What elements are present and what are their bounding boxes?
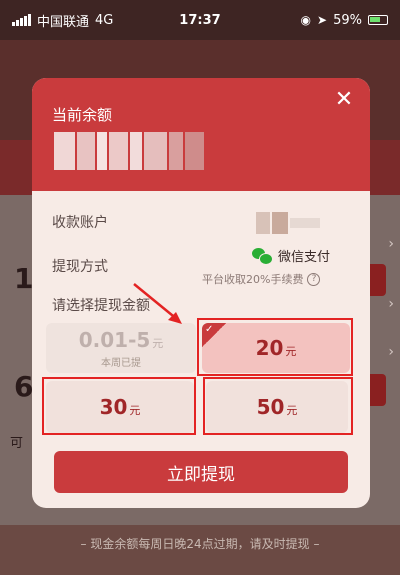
option-value: 0.01-5 [78,327,151,352]
fee-note-text: 平台收取20%手续费 [202,273,304,286]
option-unit: 元 [152,336,164,350]
close-icon[interactable]: ✕ [332,88,356,112]
alarm-icon: ◉ [300,13,312,27]
account-avatar-blurred [256,208,346,238]
annotation-box-50 [203,377,353,435]
annotation-arrow-icon [133,283,182,324]
battery-icon [368,15,388,25]
chevron-right-icon: › [388,296,394,312]
option-sub: 本周已提 [101,357,141,369]
wechat-pay: 微信支付 [252,246,330,265]
modal-header: 当前余额 ✕ [32,78,370,191]
help-icon[interactable]: ? [307,272,321,286]
status-right: ◉ ➤ 59% [301,13,388,28]
expiry-note: – 现金余额每周日晚24点过期，请及时提现 – [80,537,320,551]
status-left: 中国联通 4G [12,11,113,30]
chevron-right-icon: › [388,236,394,252]
amount-option-0-01-5[interactable]: 0.01-5 元 本周已提 [46,323,196,373]
balance-amount-blurred [54,132,204,170]
fee-note: 平台收取20%手续费 ? [202,271,321,287]
wechat-icon [252,247,273,265]
chevron-right-icon: › [388,344,394,360]
network-label: 4G [95,12,114,28]
carrier-label: 中国联通 [37,14,90,30]
annotation-box-30 [42,377,196,435]
location-icon: ➤ [317,13,328,27]
annotation-box-20 [197,318,353,376]
method-label: 提现方式 [52,259,108,275]
signal-icon [12,14,31,26]
background-digit-1: 1 [14,262,34,295]
withdraw-modal: 当前余额 ✕ 收款账户 提现方式 微信支付 平台收取20%手续费 ? 请选择提现… [32,78,370,508]
withdraw-now-button[interactable]: 立即提现 [54,451,348,493]
account-label: 收款账户 [52,215,108,231]
wechat-pay-label: 微信支付 [278,250,331,265]
status-bar: 中国联通 4G 17:37 ◉ ➤ 59% [0,0,400,40]
background-small-text: 可 [10,436,24,451]
balance-title: 当前余额 [52,106,113,124]
battery-label: 59% [333,12,362,28]
background-digit-2: 6 [14,370,34,403]
